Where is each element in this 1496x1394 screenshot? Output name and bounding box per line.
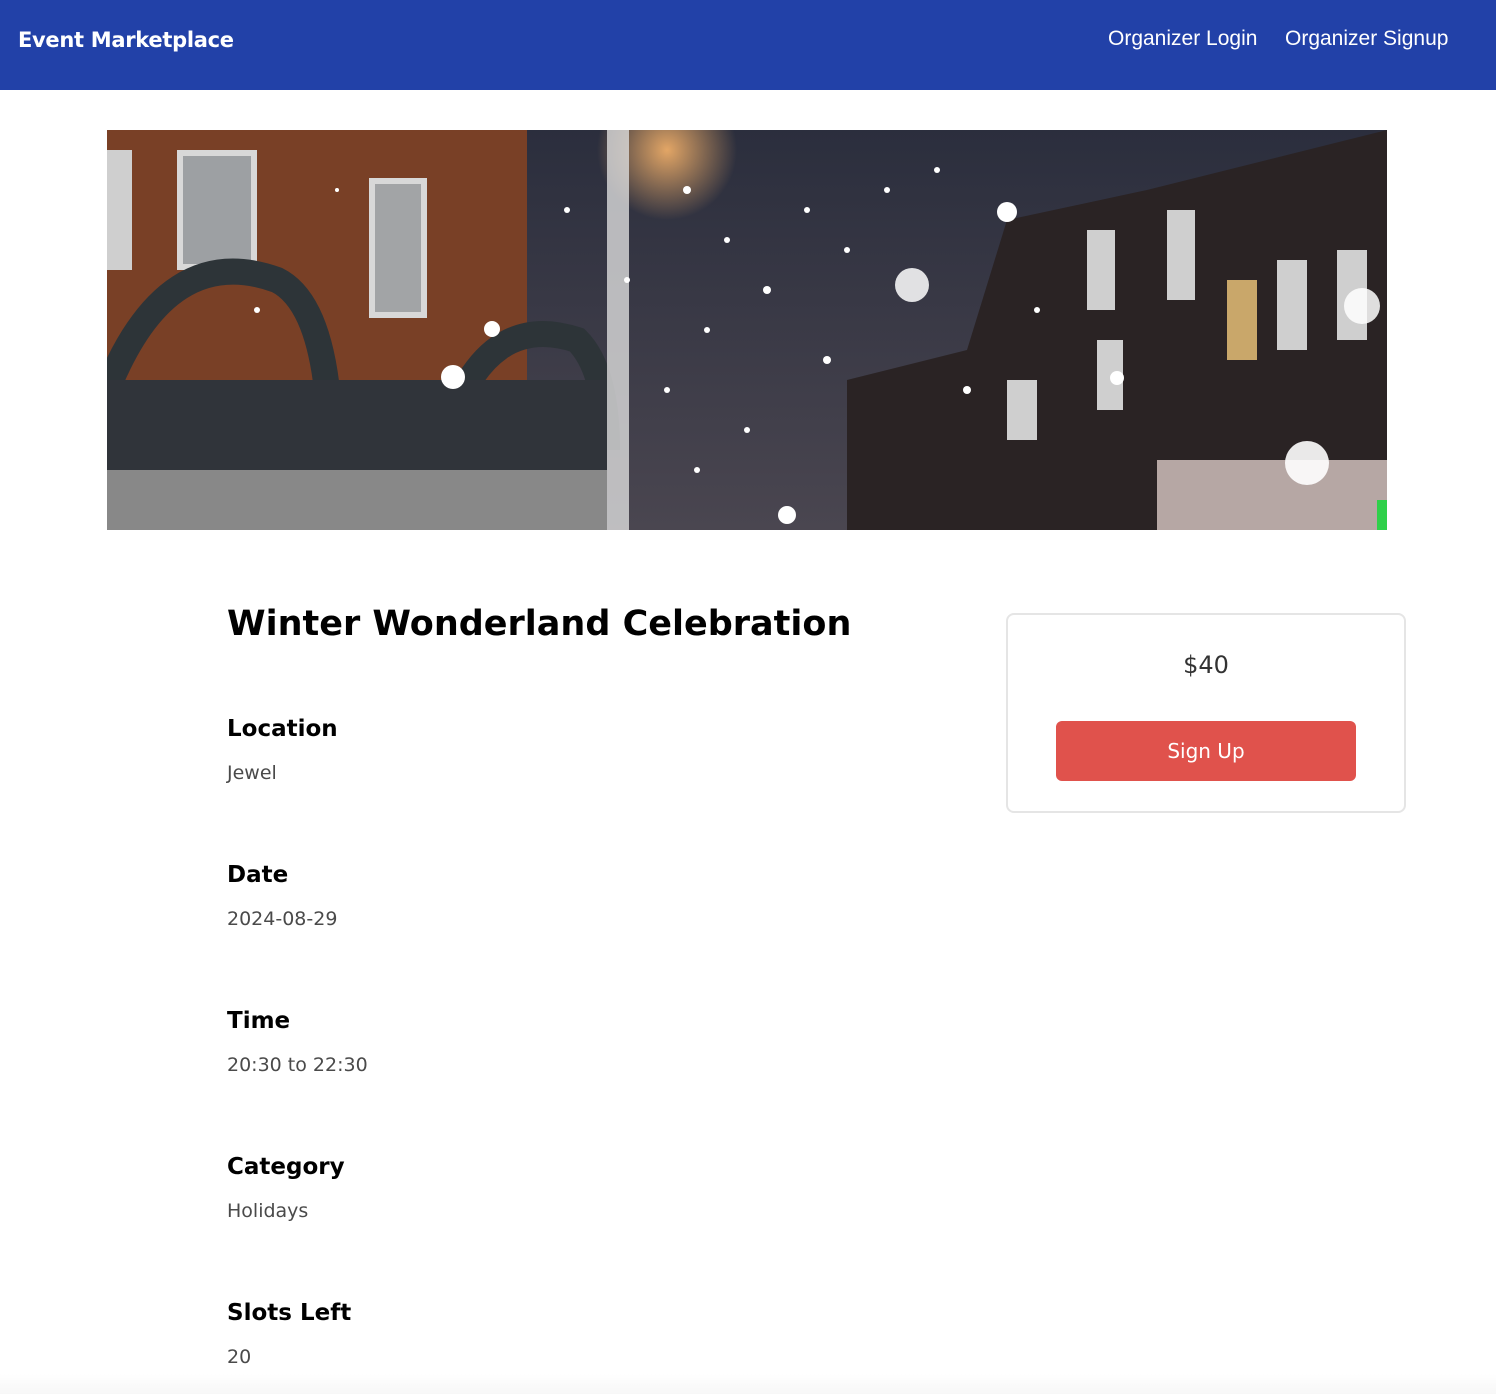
sign-up-button[interactable]: Sign Up	[1056, 721, 1356, 781]
location-label: Location	[227, 716, 338, 742]
category-value: Holidays	[227, 1200, 309, 1222]
slots-left-label: Slots Left	[227, 1300, 352, 1326]
slots-left-value: 20	[227, 1346, 252, 1368]
organizer-login-link[interactable]: Organizer Login	[1108, 27, 1257, 51]
event-title: Winter Wonderland Celebration	[227, 604, 852, 644]
time-label: Time	[227, 1008, 291, 1034]
navbar: Event Marketplace Organizer Login Organi…	[0, 0, 1496, 90]
category-label: Category	[227, 1154, 345, 1180]
date-value: 2024-08-29	[227, 908, 338, 930]
snowy-street-illustration	[107, 130, 1387, 530]
time-value: 20:30 to 22:30	[227, 1054, 368, 1076]
location-value: Jewel	[227, 762, 277, 784]
brand-logo[interactable]: Event Marketplace	[18, 28, 234, 52]
ticket-price: $40	[1183, 651, 1229, 679]
price-card: $40 Sign Up	[1006, 613, 1406, 813]
hero-image	[107, 130, 1387, 530]
date-label: Date	[227, 862, 289, 888]
page-bottom-edge	[0, 1374, 1496, 1394]
organizer-signup-link[interactable]: Organizer Signup	[1285, 27, 1448, 51]
